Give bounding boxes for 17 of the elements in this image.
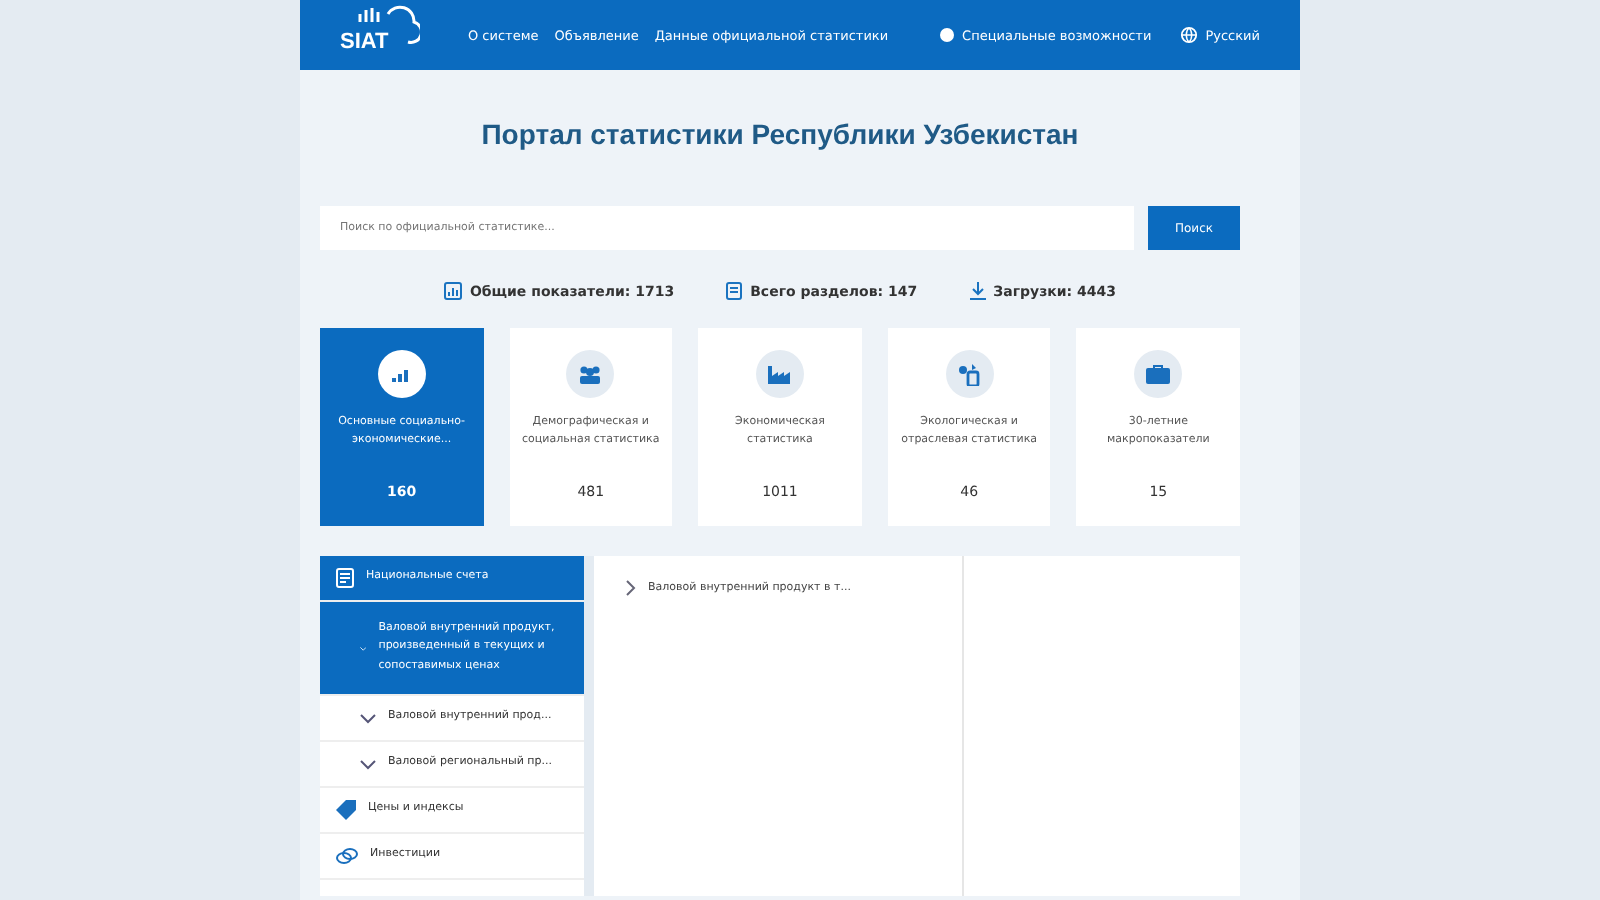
bar-chart-icon — [391, 366, 412, 382]
ledger-icon — [336, 568, 354, 588]
coins-icon — [336, 847, 358, 866]
globe-icon — [1179, 26, 1198, 44]
factory-icon — [767, 365, 792, 383]
accessibility-icon — [940, 28, 955, 42]
chart-icon — [443, 282, 462, 300]
briefcase-icon — [1146, 364, 1171, 384]
chevron-icon — [360, 713, 376, 724]
people-icon — [578, 364, 603, 384]
chevron-icon — [360, 759, 376, 770]
book-icon — [726, 282, 743, 300]
tag-icon — [336, 800, 356, 821]
chevron-right-icon — [626, 580, 636, 596]
download-icon — [969, 282, 986, 300]
logo-text[interactable]: SIAT — [340, 29, 389, 53]
page-title: Портал статистики Республики Узбекистан — [479, 118, 1081, 150]
